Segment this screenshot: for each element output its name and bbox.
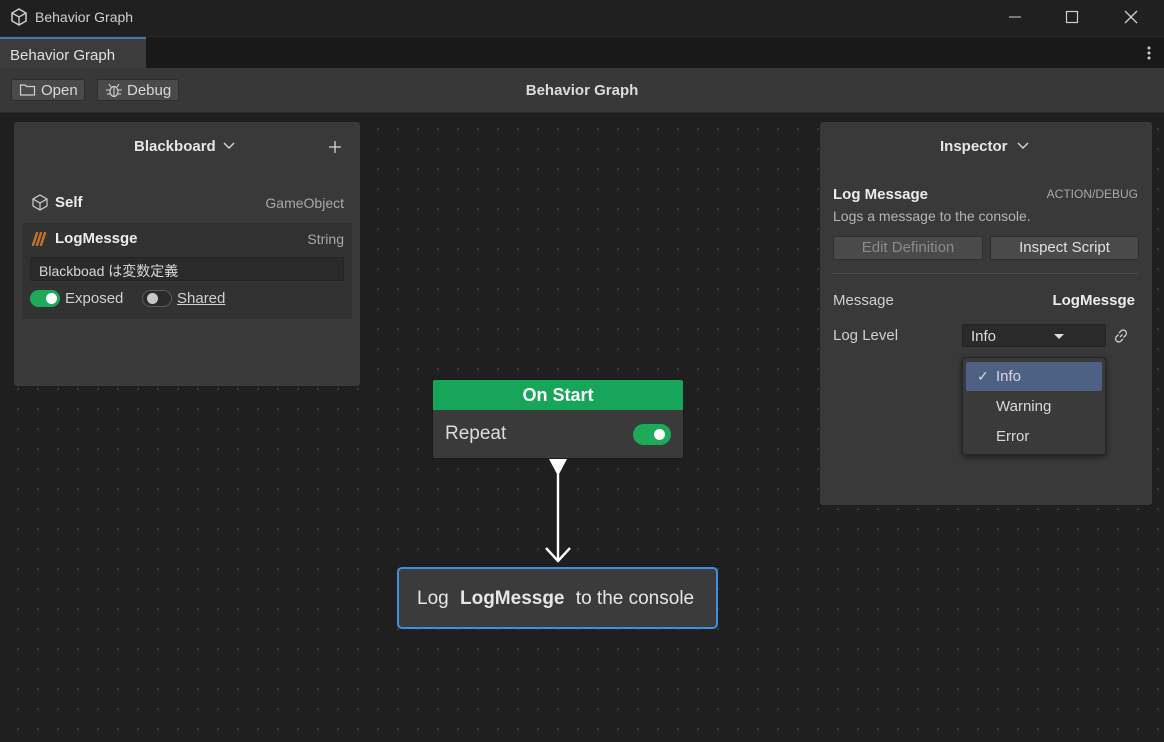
option-label: Error — [996, 428, 1030, 445]
log-level-option-warning[interactable]: Warning — [966, 392, 1102, 421]
node-description: Logs a message to the console. — [833, 208, 1031, 224]
shared-toggle[interactable] — [142, 290, 172, 307]
chevron-down-icon[interactable] — [1017, 142, 1029, 150]
output-port-icon — [549, 459, 567, 476]
variable-type: String — [307, 231, 344, 247]
inspector-title[interactable]: Inspector — [940, 138, 1008, 155]
repeat-toggle[interactable] — [633, 424, 671, 445]
add-variable-icon[interactable] — [328, 140, 342, 154]
dropdown-arrow-icon — [1054, 334, 1064, 339]
tab-bar: Behavior Graph — [0, 36, 1164, 69]
inspect-script-button[interactable]: Inspect Script — [990, 236, 1139, 260]
option-label: Info — [996, 368, 1022, 385]
blackboard-item-logmessge[interactable]: LogMessge String Blackboad は変数定義 Exposed… — [22, 223, 352, 319]
close-icon — [1124, 10, 1138, 24]
title-bar: Behavior Graph — [0, 0, 1164, 34]
log-level-menu: ✓ Info Warning Error — [962, 357, 1106, 455]
message-value[interactable]: LogMessge — [1052, 292, 1135, 309]
log-level-option-error[interactable]: Error — [966, 422, 1102, 451]
link-icon[interactable] — [1113, 328, 1129, 344]
exposed-label: Exposed — [65, 290, 124, 307]
minimize-button[interactable] — [992, 0, 1038, 34]
maximize-button[interactable] — [1049, 0, 1095, 34]
node-name: Log Message — [833, 186, 929, 203]
check-icon: ✓ — [977, 368, 989, 384]
divider — [833, 273, 1138, 274]
blackboard-item-self[interactable]: Self GameObject — [22, 186, 352, 218]
shared-label[interactable]: Shared — [177, 290, 225, 307]
window-title: Behavior Graph — [35, 9, 134, 25]
log-suffix: to the console — [575, 588, 695, 609]
log-prefix: Log — [417, 588, 449, 609]
variable-name: LogMessge — [55, 230, 138, 247]
graph-title: Behavior Graph — [525, 82, 639, 99]
on-start-node[interactable]: On Start Repeat — [432, 379, 684, 459]
log-level-option-info[interactable]: ✓ Info — [966, 362, 1102, 391]
blackboard-panel: Blackboard Self GameObject LogMessge Str… — [14, 122, 360, 386]
on-start-title: On Start — [433, 380, 683, 410]
string-quote-icon — [32, 232, 47, 246]
blackboard-title[interactable]: Blackboard — [134, 138, 216, 155]
cube-icon — [32, 194, 48, 211]
app-icon — [11, 8, 27, 26]
option-label: Warning — [996, 398, 1052, 415]
edit-definition-button[interactable]: Edit Definition — [833, 236, 983, 260]
variable-value-field[interactable]: Blackboad は変数定義 — [30, 257, 344, 281]
variable-value: Blackboad は変数定義 — [39, 263, 179, 279]
log-variable[interactable]: LogMessge — [460, 588, 565, 609]
tab-behavior-graph[interactable]: Behavior Graph — [0, 37, 146, 69]
log-message-node[interactable]: Log LogMessge to the console — [397, 567, 718, 629]
log-level-value: Info — [971, 328, 997, 345]
variable-type: GameObject — [265, 195, 344, 211]
minimize-icon — [1009, 16, 1021, 18]
tab-label: Behavior Graph — [10, 47, 116, 64]
more-options-icon[interactable] — [1146, 45, 1152, 61]
variable-name: Self — [55, 194, 83, 211]
node-category: ACTION/DEBUG — [1046, 187, 1138, 201]
connection-edge[interactable] — [540, 456, 576, 568]
log-level-label: Log Level — [833, 327, 899, 344]
repeat-label: Repeat — [445, 423, 507, 444]
toolbar: Open Debug Behavior Graph — [0, 68, 1164, 113]
close-button[interactable] — [1108, 0, 1154, 34]
chevron-down-icon[interactable] — [223, 142, 235, 150]
exposed-toggle[interactable] — [30, 290, 60, 307]
log-level-dropdown[interactable]: Info — [962, 324, 1106, 347]
maximize-icon — [1065, 10, 1079, 24]
message-label: Message — [833, 292, 894, 309]
